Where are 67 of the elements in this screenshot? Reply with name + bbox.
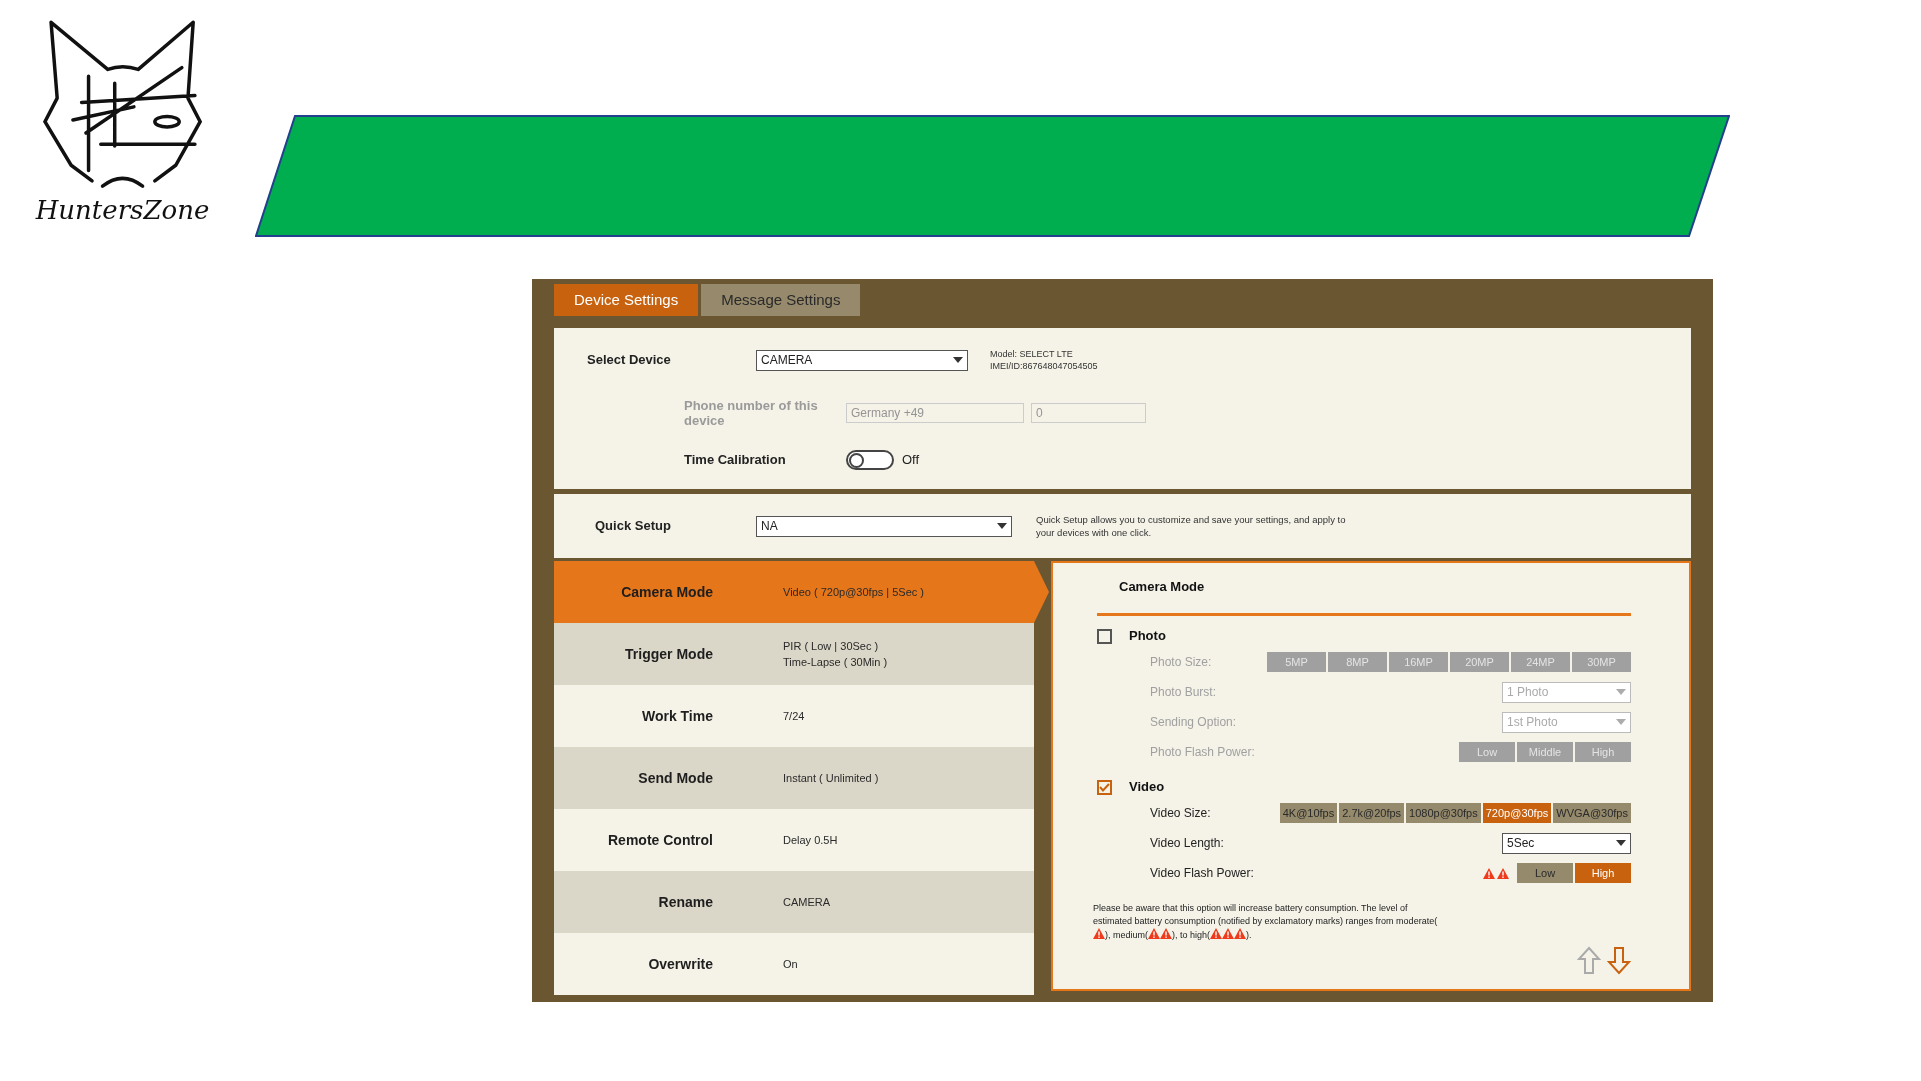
settings-row[interactable]: Send Mode Instant ( Unlimited ) xyxy=(554,747,1034,809)
warning-icon xyxy=(1093,928,1105,939)
option-button[interactable]: 720p@30fps xyxy=(1482,803,1552,823)
warning-icon xyxy=(1160,928,1172,939)
dropdown-caret-icon xyxy=(953,357,963,363)
option-button[interactable]: WVGA@30fps xyxy=(1553,803,1631,823)
field-label: Select Device xyxy=(587,351,672,370)
option-label: Video Length: xyxy=(1150,835,1224,852)
dropdown-caret-icon xyxy=(1616,719,1626,725)
settings-row[interactable]: Trigger Mode PIR ( Low | 30Sec ) Time-Lapse ( 30Min ) xyxy=(554,623,1034,685)
option-label: Video Flash Power: xyxy=(1150,865,1254,882)
device-info-text: Model: SELECT LTE xyxy=(990,348,1074,360)
option-button[interactable]: 4K@10fps xyxy=(1279,803,1338,823)
option-label: Photo Flash Power: xyxy=(1150,744,1255,761)
check-icon xyxy=(1099,782,1110,792)
field-label: Phone number of this device xyxy=(684,398,819,428)
setting-value-text: Video ( 720p@30fps | 5Sec ) xyxy=(783,585,925,600)
setting-value-text: CAMERA xyxy=(783,895,831,910)
setting-value-text: Delay 0.5H xyxy=(783,833,838,848)
quick-setup-select[interactable]: NA xyxy=(756,515,1012,537)
setting-value-text: On xyxy=(783,957,798,972)
device-select[interactable]: CAMERA xyxy=(756,349,968,371)
warning-icon xyxy=(1148,928,1160,939)
warning-icon xyxy=(1222,928,1235,939)
settings-row[interactable]: Rename CAMERA xyxy=(554,871,1034,933)
dropdown-caret-icon xyxy=(1616,840,1626,846)
option-button[interactable]: Low xyxy=(1517,863,1573,883)
option-select[interactable]: 1st Photo xyxy=(1502,711,1631,733)
panel-title: Camera Mode xyxy=(1119,578,1206,596)
section-label: Photo xyxy=(1129,627,1166,646)
setting-value-text: PIR ( Low | 30Sec ) xyxy=(783,639,880,654)
warning-icon xyxy=(1483,867,1495,879)
settings-row[interactable]: Remote Control Delay 0.5H xyxy=(554,809,1034,871)
hint-text: Quick Setup allows you to customize and save your settings, and apply to your devices with one click. xyxy=(1036,513,1346,539)
checkbox[interactable] xyxy=(1097,628,1112,644)
section-label: Video xyxy=(1129,778,1165,797)
warning-icon xyxy=(1234,928,1247,939)
field-label: Time Calibration xyxy=(684,451,787,470)
option-label: Photo Size: xyxy=(1150,654,1212,671)
option-button[interactable]: 2.7k@20fps xyxy=(1339,803,1405,823)
option-select[interactable]: 5Sec xyxy=(1502,832,1631,854)
toggle-switch[interactable] xyxy=(846,450,894,470)
setting-value-text: Instant ( Unlimited ) xyxy=(783,771,879,786)
option-button[interactable]: 1080p@30fps xyxy=(1406,803,1481,823)
warning-icon xyxy=(1497,867,1509,879)
logo-text: HuntersZone xyxy=(35,197,210,223)
setting-value-text: Time-Lapse ( 30Min ) xyxy=(783,655,888,670)
down-arrow-icon[interactable] xyxy=(1607,946,1631,975)
tab[interactable]: Device Settings xyxy=(554,284,699,316)
dropdown-caret-icon xyxy=(1616,689,1626,695)
option-button[interactable]: High xyxy=(1575,863,1631,883)
option-select[interactable]: 1 Photo xyxy=(1502,681,1631,703)
option-label: Photo Burst: xyxy=(1150,684,1217,701)
field-label: Quick Setup xyxy=(595,517,672,536)
toggle-state-text: Off xyxy=(902,451,920,470)
option-label: Video Size: xyxy=(1150,805,1211,822)
checkbox[interactable] xyxy=(1097,779,1112,795)
device-info-text: IMEI/ID:867648047054505 xyxy=(990,360,1098,372)
setting-value-text: 7/24 xyxy=(783,709,805,724)
option-label: Sending Option: xyxy=(1150,714,1237,731)
settings-row[interactable]: Camera Mode Video ( 720p@30fps | 5Sec ) xyxy=(554,561,1049,623)
settings-row[interactable]: Overwrite On xyxy=(554,933,1034,995)
warning-icon xyxy=(1210,928,1223,939)
settings-row[interactable]: Work Time 7/24 xyxy=(554,685,1034,747)
tab[interactable]: Message Settings xyxy=(701,284,861,316)
dropdown-caret-icon xyxy=(997,523,1007,529)
battery-note-text: Please be aware that this option will increase battery consumption. The level of estimated battery consumption (notified by exclamatory marks) ranges from moderate( ), medium( ), to high( ). xyxy=(1093,902,1438,942)
